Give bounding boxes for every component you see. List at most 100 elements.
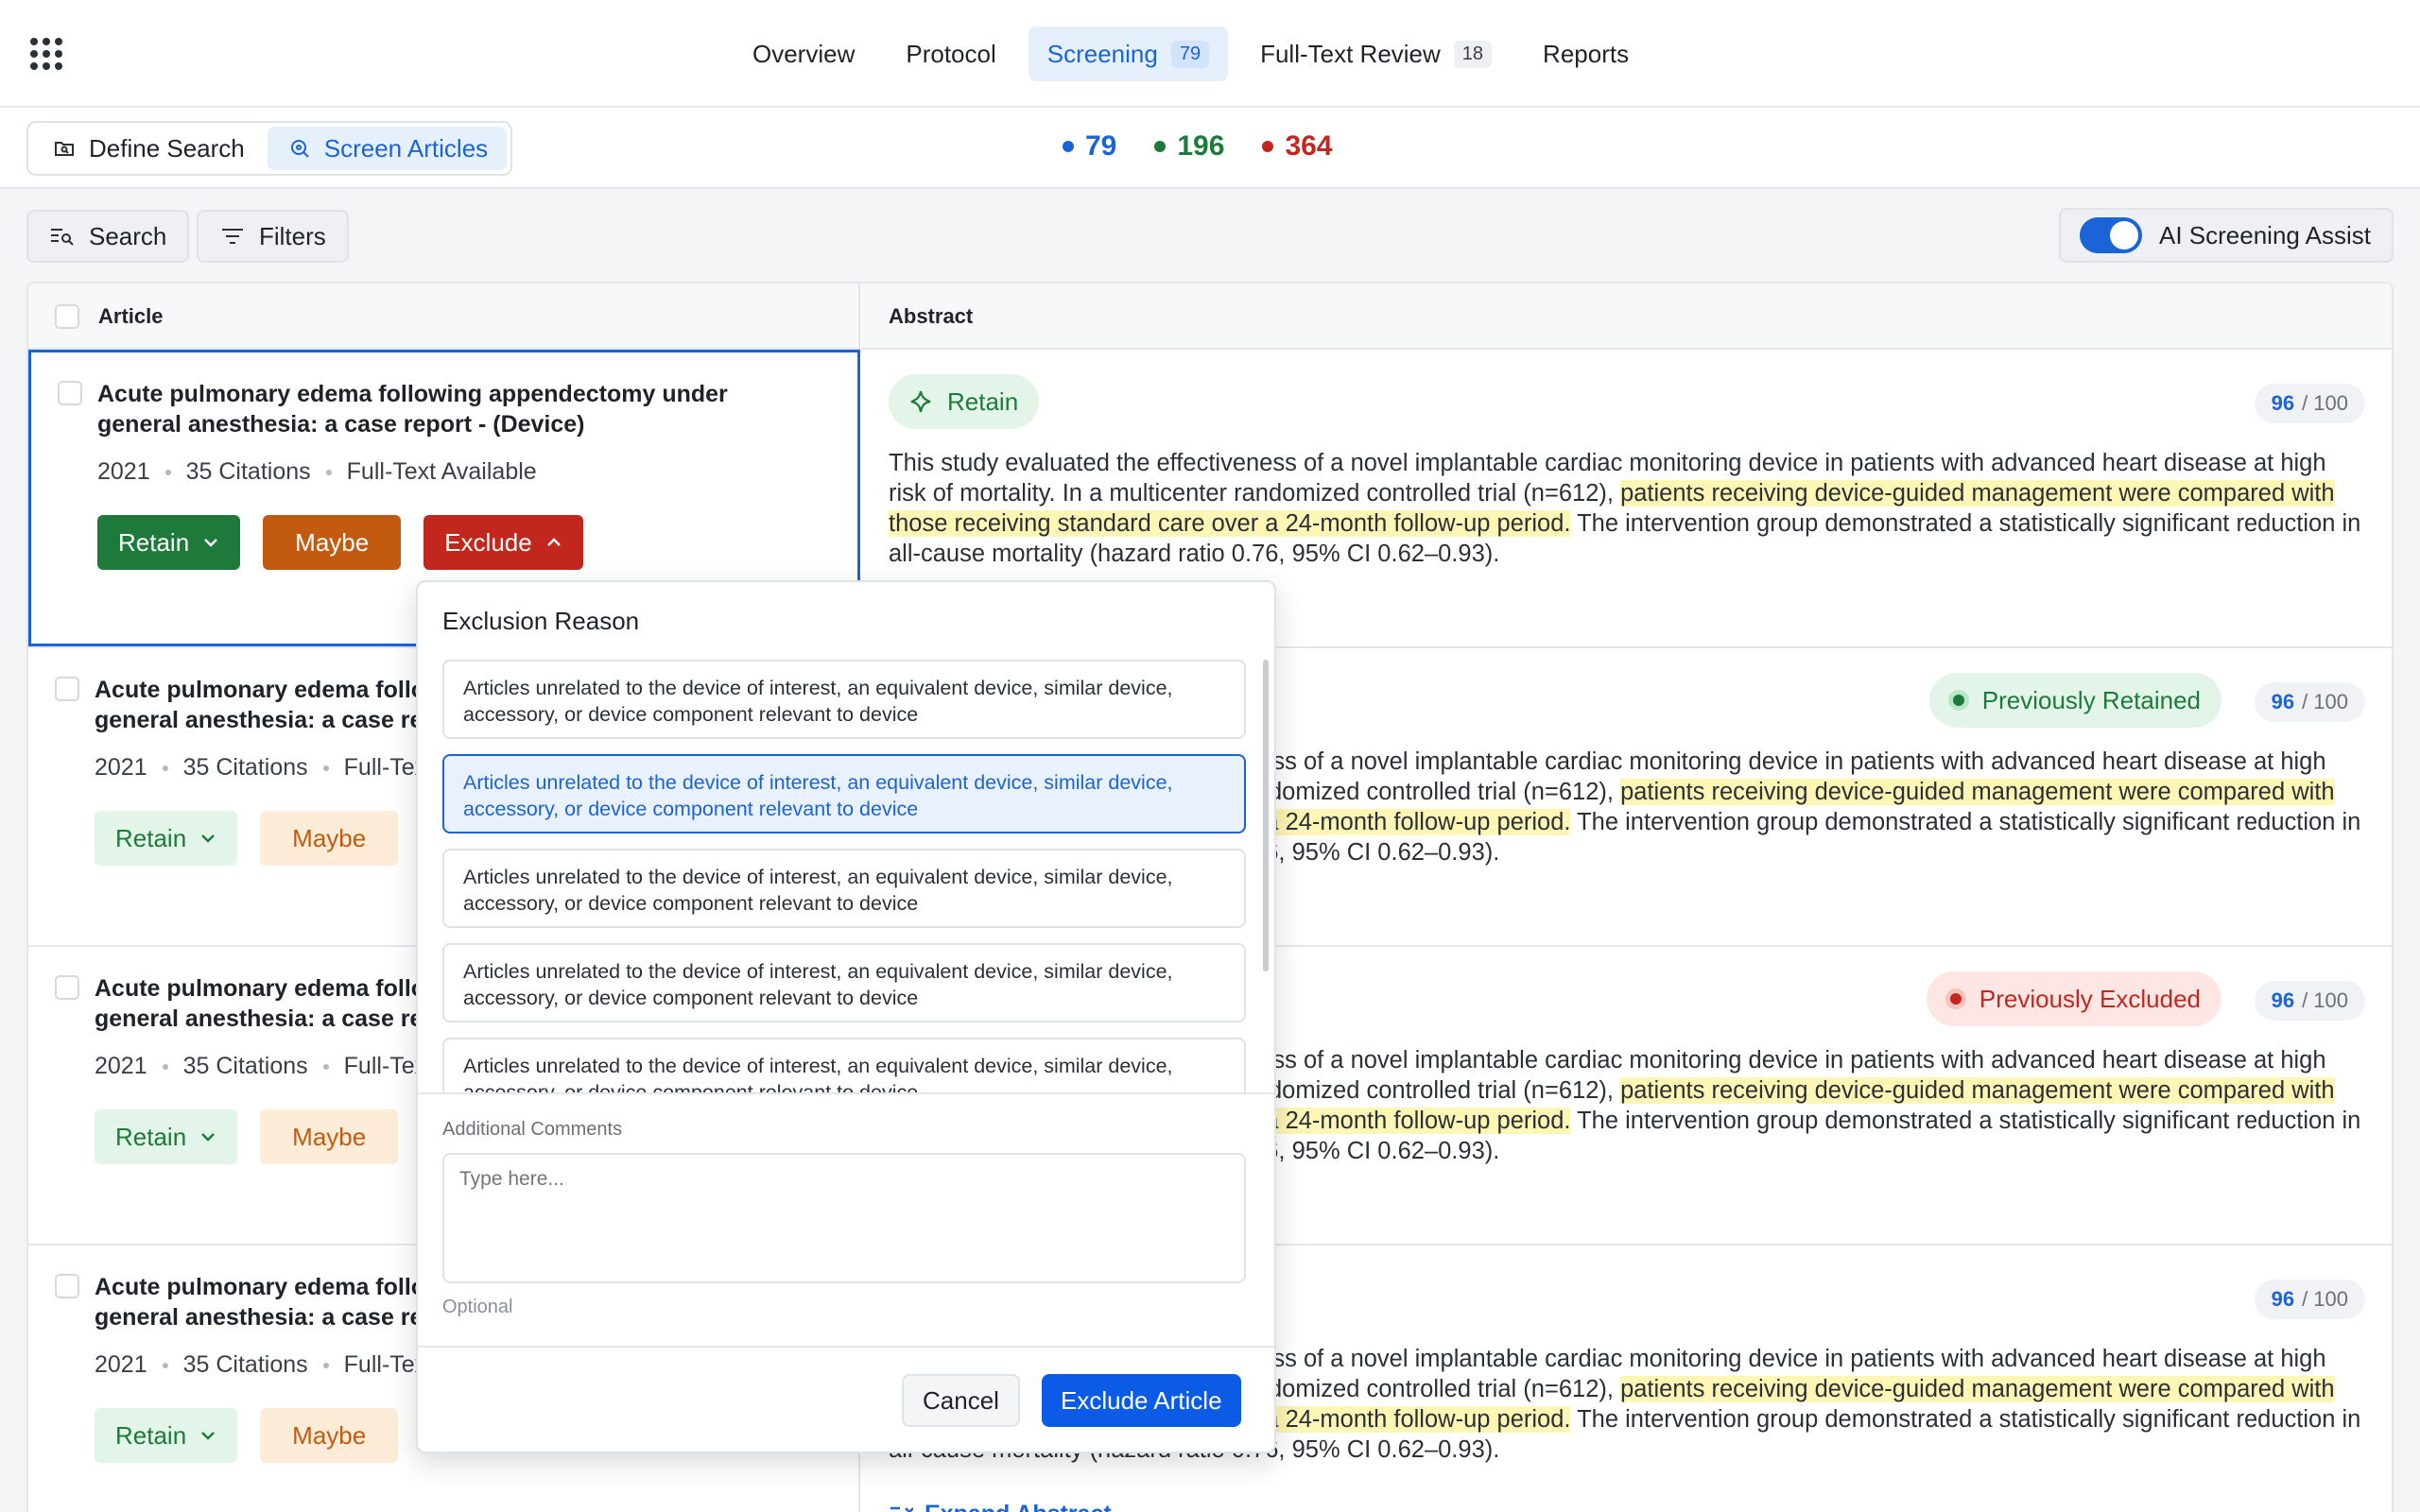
exclude-article-label: Exclude Article [1061, 1385, 1222, 1415]
tab-label: Reports [1543, 39, 1630, 68]
retain-button[interactable]: Retain [95, 1408, 238, 1463]
reason-scrollbar[interactable] [1263, 660, 1269, 971]
tab-count-badge: 79 [1170, 40, 1210, 68]
abstract-text: This study evaluated the effectiveness o… [889, 448, 2363, 569]
maybe-button[interactable]: Maybe [260, 1408, 399, 1463]
article-year: 2021 [95, 1053, 147, 1079]
define-search-label: Define Search [89, 133, 245, 163]
article-year: 2021 [95, 754, 147, 781]
tab-label: Overview [752, 39, 856, 68]
count-pending: 79 [1063, 130, 1116, 163]
filters-label: Filters [259, 221, 326, 250]
exclude-button[interactable]: Exclude [424, 515, 583, 570]
separator-dot [322, 1063, 329, 1070]
chevron-down-icon [204, 539, 218, 547]
expand-abstract-link[interactable]: Expand Abstract [889, 1501, 1112, 1512]
tab-full-text-review[interactable]: Full-Text Review 18 [1241, 26, 1511, 81]
tab-label: Protocol [906, 39, 996, 68]
article-year: 2021 [95, 1351, 147, 1378]
tab-reports[interactable]: Reports [1524, 26, 1648, 81]
search-icon [290, 140, 309, 158]
tab-count-badge: 18 [1453, 40, 1493, 68]
search-button[interactable]: Search [26, 210, 190, 263]
exclude-label: Exclude [444, 527, 532, 557]
separator-dot [322, 1362, 329, 1368]
article-citations: 35 Citations [182, 1351, 308, 1378]
toggle-knob [2110, 221, 2138, 249]
filters-button[interactable]: Filters [197, 210, 349, 263]
retain-label: Retain [118, 527, 190, 557]
exclusion-reason-popover: Exclusion Reason Articles unrelated to t… [416, 580, 1276, 1453]
count-value: 364 [1285, 130, 1333, 162]
reason-option[interactable]: Articles unrelated to the device of inte… [442, 1038, 1246, 1092]
status-label: Previously Retained [1981, 685, 2201, 714]
blue-dot-icon [1063, 141, 1074, 152]
define-search-tab[interactable]: Define Search [32, 127, 264, 170]
cancel-label: Cancel [923, 1385, 999, 1415]
decision-buttons: Retain Maybe [95, 1408, 399, 1463]
count-value: 79 [1085, 130, 1117, 162]
optional-hint: Optional [442, 1297, 513, 1317]
retain-label: Retain [115, 823, 187, 852]
separator-dot [162, 1362, 168, 1368]
score-total: / 100 [2302, 690, 2348, 713]
tab-label: Full-Text Review [1260, 39, 1441, 68]
previous-decision-pill: Previously Retained [1928, 673, 2221, 728]
status-dot-icon [1947, 690, 1969, 711]
tab-protocol[interactable]: Protocol [887, 26, 1014, 81]
maybe-label: Maybe [292, 1122, 367, 1151]
abstract-header-label: Abstract [889, 304, 974, 328]
app-grid-icon[interactable] [30, 38, 62, 70]
maybe-button[interactable]: Maybe [263, 515, 402, 570]
tab-overview[interactable]: Overview [734, 26, 873, 81]
separator-dot [164, 469, 171, 475]
maybe-label: Maybe [292, 1420, 367, 1450]
reason-option-selected[interactable]: Articles unrelated to the device of inte… [442, 754, 1246, 833]
score-total: / 100 [2302, 1287, 2348, 1311]
row-checkbox[interactable] [55, 677, 79, 701]
row-checkbox[interactable] [58, 381, 82, 405]
row-checkbox[interactable] [55, 975, 79, 1000]
relevance-score: 96 / 100 [2254, 981, 2365, 1021]
retain-label: Retain [115, 1122, 187, 1151]
comments-label: Additional Comments [442, 1119, 623, 1140]
row-checkbox[interactable] [55, 1274, 79, 1298]
article-title[interactable]: Acute pulmonary edema following appendec… [97, 379, 816, 439]
status-dot-icon [1945, 988, 1966, 1009]
decision-buttons: Retain Maybe Exclude [97, 515, 583, 570]
reason-option[interactable]: Articles unrelated to the device of inte… [442, 849, 1246, 928]
article-year: 2021 [97, 458, 150, 485]
chevron-down-icon [201, 834, 216, 843]
red-dot-icon [1262, 141, 1274, 152]
count-retained: 196 [1154, 130, 1224, 163]
cancel-button[interactable]: Cancel [902, 1374, 1020, 1427]
maybe-button[interactable]: Maybe [260, 811, 399, 866]
article-citations: 35 Citations [182, 1053, 308, 1079]
tab-label: Screening [1046, 39, 1158, 68]
screen-articles-label: Screen Articles [323, 133, 489, 163]
screen-articles-tab[interactable]: Screen Articles [267, 127, 508, 170]
sub-bar: Define Search Screen Articles 79 196 364 [0, 108, 2420, 189]
exclude-article-button[interactable]: Exclude Article [1042, 1374, 1241, 1427]
popover-title: Exclusion Reason [442, 607, 640, 635]
divider [418, 1346, 1274, 1348]
previous-decision-pill: Previously Excluded [1926, 971, 2221, 1026]
main-tabs: Overview Protocol Screening 79 Full-Text … [734, 26, 1648, 81]
comments-field[interactable] [442, 1153, 1246, 1283]
retain-button[interactable]: Retain [95, 1109, 238, 1164]
retain-button[interactable]: Retain [95, 811, 238, 866]
retain-button[interactable]: Retain [97, 515, 241, 570]
separator-dot [162, 1063, 168, 1070]
maybe-button[interactable]: Maybe [260, 1109, 399, 1164]
search-list-icon [51, 229, 74, 246]
chevron-up-icon [546, 538, 561, 546]
article-meta: 2021 35 Citations Full-Text Available [97, 458, 537, 486]
reason-option[interactable]: Articles unrelated to the device of inte… [442, 660, 1246, 739]
select-all-checkbox[interactable] [55, 304, 79, 329]
reason-option[interactable]: Articles unrelated to the device of inte… [442, 943, 1246, 1022]
tab-screening[interactable]: Screening 79 [1028, 26, 1229, 81]
ai-screening-assist[interactable]: AI Screening Assist [2059, 208, 2394, 263]
status-label: Previously Excluded [1979, 984, 2201, 1013]
status-label: Retain [947, 387, 1019, 416]
ai-assist-toggle[interactable] [2080, 217, 2142, 253]
